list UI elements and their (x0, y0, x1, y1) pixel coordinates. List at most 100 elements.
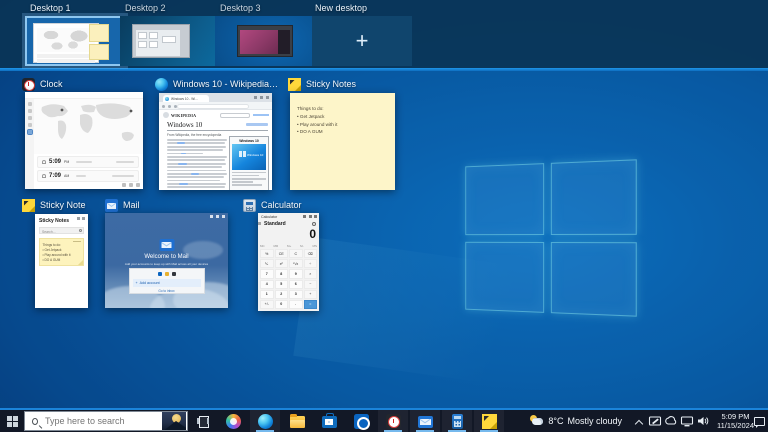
desktop-1-thumbnail[interactable] (25, 16, 125, 66)
taskbar-mail[interactable] (410, 410, 440, 432)
network-tray-icon[interactable] (680, 414, 694, 428)
article-text-line (167, 149, 223, 151)
taskbar-file-explorer[interactable] (282, 410, 312, 432)
action-center-button[interactable] (754, 410, 768, 432)
show-hidden-icons-button[interactable] (636, 419, 642, 425)
taskbar-store[interactable] (314, 410, 344, 432)
copilot-icon (226, 414, 241, 429)
mini-tile (138, 41, 147, 48)
search-input[interactable] (38, 416, 162, 426)
sticky-list-window-buttons (77, 217, 86, 220)
infobox-line (232, 181, 253, 183)
go-to-inbox-link: Go to inbox (130, 287, 204, 293)
pen-tray-icon[interactable] (648, 414, 662, 428)
calculator-window-thumbnail[interactable]: Calculator Standard 0 MCMRM+M-MS %CEC⌫¹⁄… (258, 213, 319, 311)
plus-icon: + (356, 30, 369, 52)
note-fold (78, 260, 83, 265)
calculator-window-header[interactable]: Calculator (243, 198, 302, 212)
article-text-line (167, 166, 222, 168)
close-icon (314, 215, 317, 218)
outlook-icon (354, 414, 369, 429)
taskbar-sticky-notes[interactable] (474, 410, 504, 432)
infobox-line (232, 175, 259, 177)
calc-key: 2 (275, 290, 289, 299)
sticky-note-text: Things to do:• Get Jetpack• Play around … (290, 93, 395, 136)
clock-window-thumbnail[interactable]: 5:09 PM 7:09 AM (25, 92, 143, 189)
new-desktop-button[interactable]: + (312, 16, 412, 66)
sidebar-glyph (28, 109, 32, 113)
calc-key: + (304, 290, 318, 299)
forward-icon (168, 105, 171, 108)
article-text-line (167, 142, 225, 144)
note-timestamp-bar (73, 241, 81, 243)
clock-date-bar (116, 161, 134, 163)
mail-logo-icon (159, 239, 174, 251)
clock-window-header[interactable]: Clock (22, 77, 63, 91)
taskbar-clock-app[interactable] (378, 410, 408, 432)
sticky-note-line: • Play around with it (297, 121, 395, 129)
desktop-3-panel-mini (278, 30, 290, 54)
wikipedia-window-title: Windows 10 - Wikipedia… (173, 79, 278, 89)
sticky-notes-window-header[interactable]: Sticky Notes (288, 77, 356, 91)
article-body-placeholder (167, 139, 227, 190)
article-text-line (167, 173, 227, 175)
windows-logo-mini (239, 151, 246, 157)
hamburger-icon (258, 222, 261, 225)
infobox-line (232, 172, 266, 174)
taskbar-edge[interactable] (250, 410, 280, 432)
mail-account-icons (130, 269, 204, 276)
sticky-list-window-header[interactable]: Sticky Note (22, 198, 86, 212)
world-map (34, 99, 143, 154)
back-icon (162, 105, 165, 108)
mail-window-buttons (210, 215, 225, 218)
calc-key: 1 (260, 290, 274, 299)
heading-rule (167, 130, 268, 131)
sticky-note-line: • Get Jetpack (297, 113, 395, 121)
wikipedia-page: WIKIPEDIA Windows 10 From Wikipedia, the… (159, 110, 272, 190)
wikipedia-top-links (253, 114, 269, 116)
wikipedia-window-thumbnail[interactable]: Windows 10 - Wi… WIKIPEDIA Windows 10 Fr… (159, 93, 272, 190)
maximize-icon (309, 215, 312, 218)
account-icon (158, 272, 162, 276)
calculator-window-title: Calculator (261, 200, 302, 210)
onedrive-tray-icon[interactable] (664, 414, 678, 428)
plus-icon: + (136, 281, 138, 285)
strip-divider (0, 68, 768, 71)
weather-icon (529, 415, 544, 427)
edge-url-pill (177, 104, 249, 109)
windows-start-icon (7, 416, 18, 427)
desktop-2-label: Desktop 2 (125, 3, 166, 13)
taskbar-search[interactable] (24, 411, 188, 431)
calc-memory-button: M- (300, 244, 304, 248)
volume-tray-icon[interactable] (696, 414, 710, 428)
mail-window-thumbnail[interactable]: Welcome to Mail Add your accounts to kee… (105, 213, 228, 308)
task-view-button[interactable] (190, 410, 216, 432)
weather-condition: Mostly cloudy (567, 416, 622, 426)
desktop-3-label: Desktop 3 (220, 3, 261, 13)
sticky-list-window-thumbnail[interactable]: Sticky Notes Search... Things to do:• Ge… (35, 214, 88, 308)
calc-keypad: %CEC⌫¹⁄ₓx²²√x÷789×456−123++/-0.= (260, 249, 317, 309)
taskbar-outlook[interactable] (346, 410, 376, 432)
calc-key: 5 (275, 280, 289, 289)
maximize-icon (260, 96, 263, 99)
desktop-2-thumbnail[interactable] (120, 16, 220, 66)
sticky-notes-window-thumbnail[interactable]: Things to do:• Get Jetpack• Play around … (290, 93, 395, 190)
start-button[interactable] (0, 410, 24, 432)
taskbar-copilot[interactable] (218, 410, 248, 432)
desktop-3-thumbnail[interactable] (215, 16, 315, 66)
note-preview-text: Things to do:• Get Jetpack• Play around … (40, 239, 83, 263)
language-selector-bar (246, 123, 268, 126)
clock-row-icon (42, 160, 46, 164)
screenshot-label: Windows 10 (247, 153, 263, 157)
mail-window-header[interactable]: Mail (105, 198, 140, 212)
wikipedia-window-header[interactable]: Windows 10 - Wikipedia… (155, 77, 278, 91)
tray-clock[interactable]: 5:09 PM 11/15/2024 (717, 410, 754, 432)
article-text-line (167, 163, 226, 165)
desktop-1-note-mini (89, 24, 109, 42)
clock-sidebar (25, 99, 34, 189)
clock-meridiem-secondary: AM (64, 174, 69, 178)
taskbar-calculator[interactable] (442, 410, 472, 432)
weather-widget[interactable]: 8°C Mostly cloudy (523, 410, 628, 432)
edge-tab-strip: Windows 10 - Wi… (159, 93, 272, 102)
task-view-icon (197, 416, 209, 426)
